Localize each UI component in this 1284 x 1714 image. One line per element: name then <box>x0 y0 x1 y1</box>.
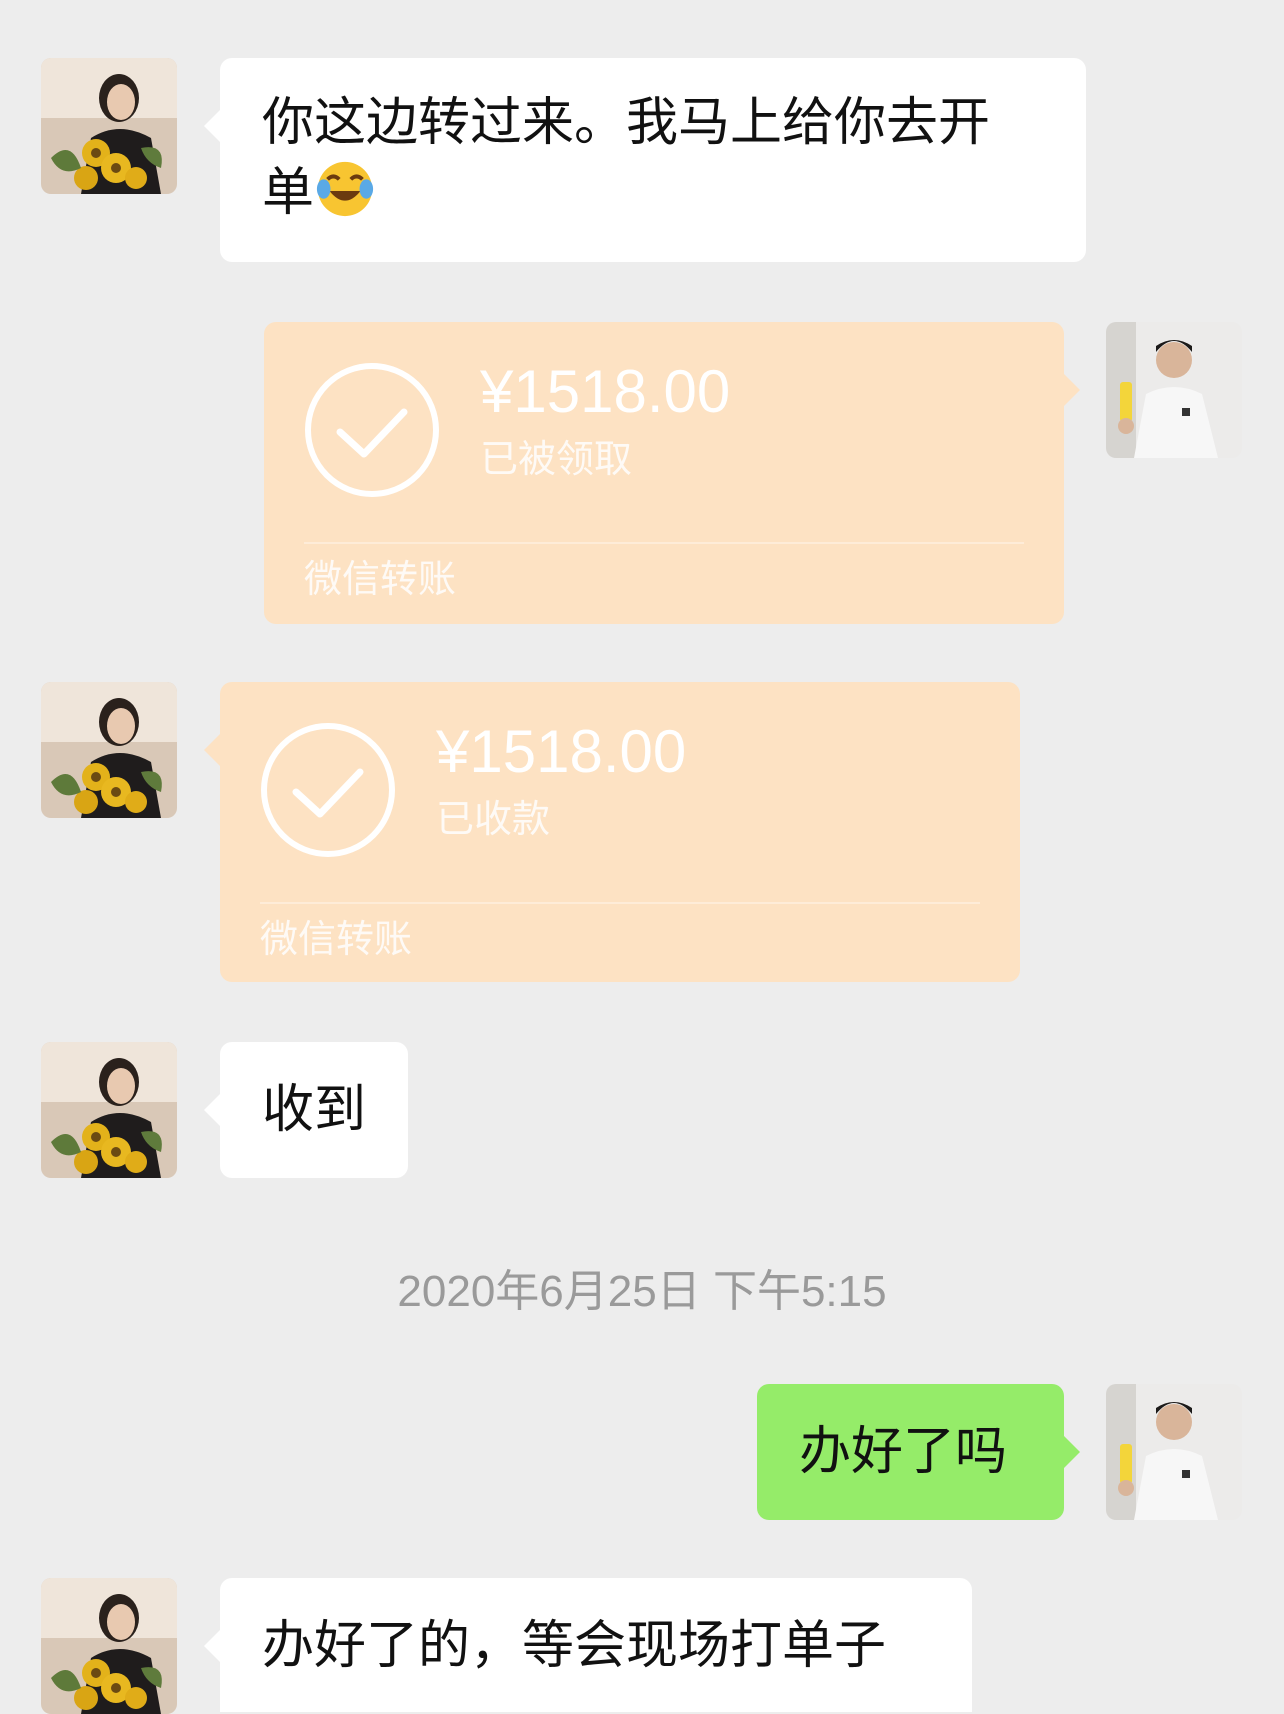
transfer-divider <box>260 902 980 904</box>
contact-avatar[interactable] <box>41 682 177 818</box>
message-text: 收到 <box>262 1080 367 1140</box>
transfer-card-outgoing[interactable]: ¥1518.00 已被领取 微信转账 <box>264 322 1080 624</box>
transfer-card-incoming[interactable]: ¥1518.00 已收款 微信转账 <box>204 682 1020 982</box>
message-bubble-outgoing[interactable]: 办好了吗 <box>757 1384 1080 1520</box>
transfer-status: 已被领取 <box>480 437 633 481</box>
transfer-label: 微信转账 <box>260 917 413 961</box>
transfer-amount: ¥1518.00 <box>436 718 687 785</box>
message-text: 办好了的，等会现场打单子 <box>262 1616 887 1676</box>
message-text-line-1: 你这边转过来。我马上给你去开 <box>262 93 991 153</box>
message-bubble-incoming[interactable]: 你这边转过来。我马上给你去开 单 <box>204 58 1086 262</box>
my-avatar[interactable] <box>1106 322 1242 458</box>
my-avatar-image <box>1106 1384 1242 1520</box>
contact-avatar-image <box>41 682 177 818</box>
face-with-tears-of-joy-icon <box>316 161 374 217</box>
chat-timestamp: 2020年6月25日 下午5:15 <box>397 1267 887 1316</box>
contact-avatar[interactable] <box>41 58 177 194</box>
contact-avatar[interactable] <box>41 1578 177 1714</box>
my-avatar[interactable] <box>1106 1384 1242 1520</box>
message-bubble-incoming[interactable]: 收到 <box>203 1042 409 1178</box>
transfer-label: 微信转账 <box>304 557 457 601</box>
check-circle-icon <box>305 363 439 497</box>
message-bubble-incoming[interactable]: 办好了的，等会现场打单子 <box>204 1578 972 1712</box>
contact-avatar-image <box>41 1578 177 1714</box>
transfer-amount: ¥1518.00 <box>480 358 731 425</box>
transfer-divider <box>304 542 1024 544</box>
message-text-line-2: 单 <box>262 158 1044 228</box>
check-circle-icon <box>261 723 395 857</box>
contact-avatar-image <box>41 1042 177 1178</box>
message-text-line-2-text: 单 <box>262 163 315 223</box>
message-text: 办好了吗 <box>799 1422 1008 1482</box>
transfer-status: 已收款 <box>436 797 551 841</box>
contact-avatar[interactable] <box>41 1042 177 1178</box>
contact-avatar-image <box>41 58 177 194</box>
my-avatar-image <box>1106 322 1242 458</box>
